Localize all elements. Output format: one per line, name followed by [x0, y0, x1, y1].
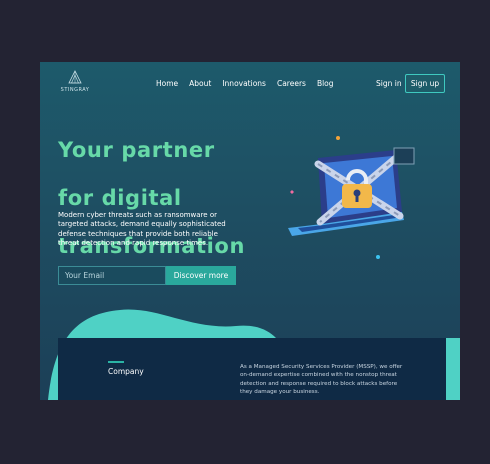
- sign-in-link[interactable]: Sign in: [376, 79, 402, 88]
- nav-careers[interactable]: Careers: [277, 79, 306, 88]
- email-input[interactable]: Your Email: [58, 266, 166, 285]
- main-nav: Home About Innovations Careers Blog: [156, 79, 334, 88]
- company-heading: Company: [108, 367, 144, 376]
- nav-home[interactable]: Home: [156, 79, 178, 88]
- company-section: Company As a Managed Security Services P…: [58, 338, 446, 400]
- nav-innovations[interactable]: Innovations: [222, 79, 266, 88]
- stingray-logo-icon: [68, 70, 82, 84]
- sign-up-button[interactable]: Sign up: [405, 74, 445, 93]
- hero-description: Modern cyber threats such as ransomware …: [58, 211, 226, 248]
- nav-blog[interactable]: Blog: [317, 79, 334, 88]
- company-accent-bar: [108, 361, 124, 363]
- stingray-logo[interactable]: STINGRAY: [58, 70, 92, 96]
- company-description: As a Managed Security Services Provider …: [240, 364, 403, 396]
- hero-title-line-1: Your partner: [58, 138, 215, 162]
- laptop-lock-illustration: [288, 136, 415, 259]
- discover-more-button[interactable]: Discover more: [166, 266, 236, 285]
- hero-title: Your partner for digital transformation: [58, 114, 278, 282]
- hero-title-line-2: for digital: [58, 186, 182, 210]
- brand-name: STINGRAY: [60, 87, 90, 93]
- landing-page-frame: STINGRAY Home About Innovations Careers …: [40, 62, 460, 400]
- nav-about[interactable]: About: [189, 79, 211, 88]
